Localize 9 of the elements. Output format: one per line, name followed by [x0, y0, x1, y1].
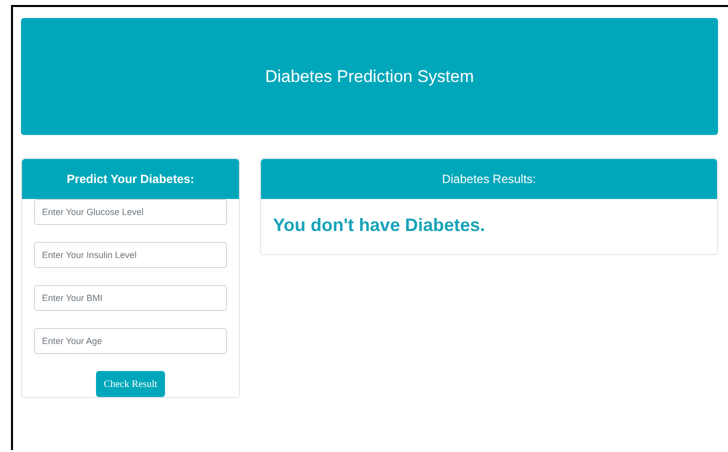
- result-message: You don't have Diabetes.: [272, 214, 486, 237]
- input-field[interactable]: Enter Your Glucose Level: [34, 199, 227, 225]
- card-title: Diabetes Results:: [442, 172, 536, 186]
- input-field[interactable]: Enter Your Insulin Level: [34, 242, 227, 268]
- card-title: Predict Your Diabetes:: [66, 172, 194, 186]
- check-result-button[interactable]: Check Result: [96, 371, 166, 397]
- input-field[interactable]: Enter Your Age: [34, 328, 227, 354]
- input-field[interactable]: Enter Your BMI: [34, 285, 227, 311]
- page-title: Diabetes Prediction System: [265, 66, 474, 86]
